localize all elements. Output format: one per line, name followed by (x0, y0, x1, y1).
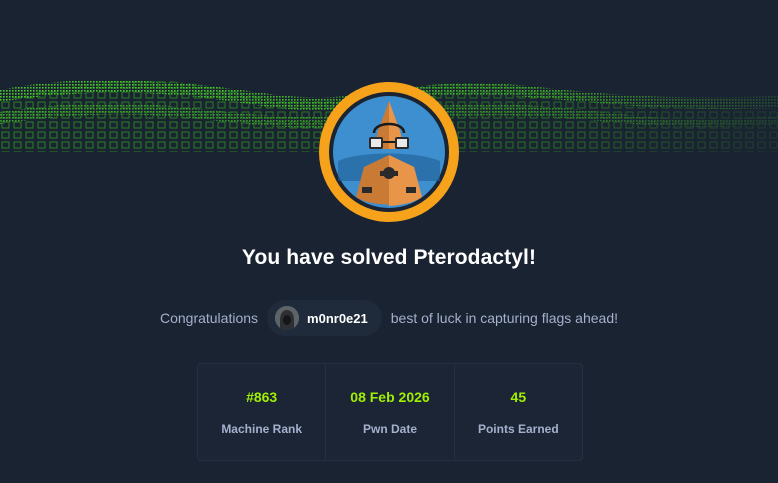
stat-label: Points Earned (477, 421, 559, 436)
page-title: You have solved Pterodactyl! (241, 246, 537, 269)
user-chip[interactable]: m0nr0e21 (267, 300, 382, 336)
stat-machine-rank: #863 Machine Rank (198, 364, 325, 460)
stats-panel: #863 Machine Rank 08 Feb 2026 Pwn Date 4… (197, 363, 583, 461)
congrats-message: Congratulations m0nr0e21 best of luck in… (0, 300, 778, 336)
congrats-suffix: best of luck in capturing flags ahead! (390, 310, 619, 326)
pterodactyl-robot-avatar-icon (319, 82, 459, 222)
stat-value: 08 Feb 2026 (350, 388, 430, 405)
stat-label: Machine Rank (221, 421, 303, 436)
stat-value: 45 (510, 388, 527, 405)
stat-label: Pwn Date (362, 421, 417, 436)
hooded-user-icon (275, 306, 300, 330)
congrats-prefix: Congratulations (159, 310, 259, 326)
stat-pwn-date: 08 Feb 2026 Pwn Date (325, 364, 453, 460)
username-label: m0nr0e21 (307, 310, 368, 326)
stat-value: #863 (246, 388, 278, 405)
user-avatar (275, 306, 300, 330)
stat-points-earned: 45 Points Earned (453, 364, 582, 460)
machine-avatar (318, 81, 460, 223)
